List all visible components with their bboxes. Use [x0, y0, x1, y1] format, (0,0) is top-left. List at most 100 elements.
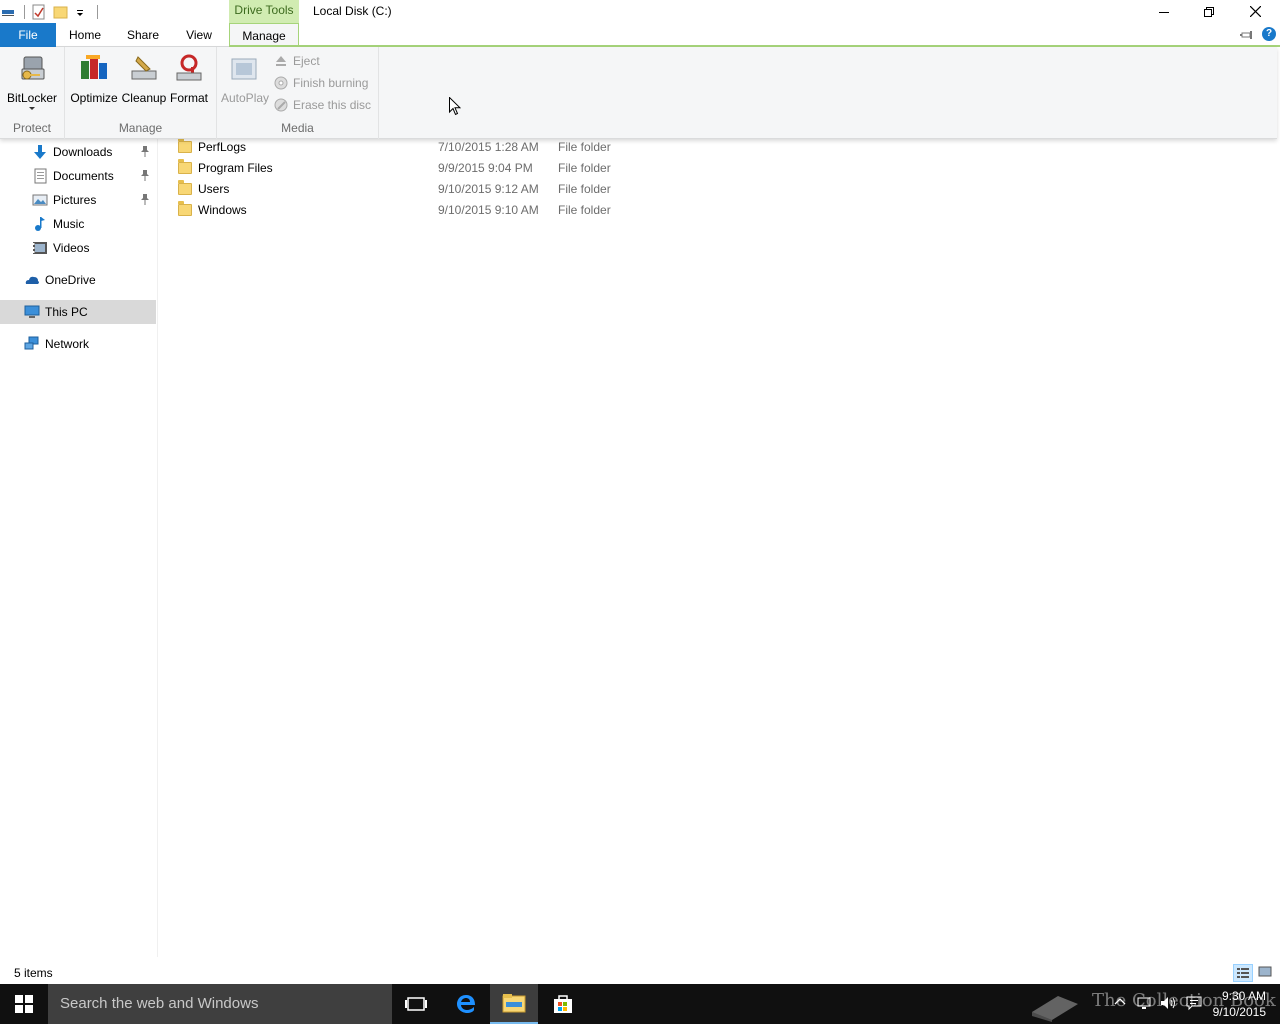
action-center-icon[interactable] — [1186, 995, 1202, 1011]
divider — [97, 4, 98, 19]
volume-icon[interactable] — [1160, 995, 1178, 1011]
erase-disc-label: Erase this disc — [293, 98, 372, 112]
eject-icon — [274, 54, 288, 68]
ribbon-tab-strip: File Home Share View Manage ? — [0, 23, 1280, 47]
eject-button[interactable]: Eject — [274, 51, 320, 71]
file-type: File folder — [558, 160, 611, 175]
clock[interactable]: 9:30 AM 9/10/2015 — [1213, 988, 1266, 1020]
ribbon-pin-icon[interactable] — [1240, 28, 1254, 42]
documents-icon — [32, 168, 48, 184]
help-icon[interactable]: ? — [1262, 27, 1276, 41]
tab-share[interactable]: Share — [118, 23, 168, 47]
nav-item-documents[interactable]: Documents — [0, 164, 156, 188]
file-type: File folder — [558, 181, 611, 196]
task-view-icon — [405, 997, 427, 1011]
tab-view[interactable]: View — [178, 23, 220, 47]
nav-item-onedrive[interactable]: OneDrive — [0, 268, 156, 292]
dropdown-arrow-icon — [29, 107, 35, 110]
new-folder-icon[interactable] — [53, 4, 69, 20]
file-date: 9/9/2015 9:04 PM — [438, 160, 533, 175]
edge-icon — [457, 995, 475, 1013]
customize-qat-chevron-icon[interactable] — [75, 4, 91, 20]
folder-icon — [178, 137, 192, 153]
this-pc-icon — [24, 304, 40, 320]
windows-logo-icon — [15, 995, 33, 1013]
file-name: Users — [198, 181, 230, 196]
file-row[interactable]: Users 9/10/2015 9:12 AM File folder — [178, 178, 778, 199]
quick-access-toolbar — [0, 0, 104, 23]
taskbar: Search the web and Windows The Collectio… — [0, 984, 1280, 1024]
item-count: 5 items — [14, 966, 53, 980]
nav-item-downloads[interactable]: Downloads — [0, 140, 156, 164]
large-icons-view-button[interactable] — [1256, 964, 1276, 982]
drive-tools-context-label: Drive Tools — [229, 0, 299, 23]
finish-burning-label: Finish burning — [293, 76, 369, 90]
restore-button[interactable] — [1186, 0, 1232, 23]
disc-icon — [274, 76, 288, 90]
erase-disc-button[interactable]: Erase this disc — [274, 95, 371, 115]
properties-icon[interactable] — [31, 4, 47, 20]
file-type: File folder — [558, 202, 611, 217]
videos-icon — [32, 240, 48, 256]
ribbon: BitLocker Protect Optimize Cleanup Forma… — [0, 47, 1277, 139]
file-name: Windows — [198, 202, 247, 217]
file-explorer-button[interactable] — [490, 984, 538, 1024]
format-button[interactable]: Format — [167, 51, 211, 115]
taskbar-search-box[interactable]: Search the web and Windows — [48, 984, 392, 1024]
edge-browser-button[interactable] — [442, 984, 490, 1024]
music-icon — [32, 216, 48, 232]
explorer-app-icon[interactable] — [2, 4, 18, 20]
file-date: 9/10/2015 9:10 AM — [438, 202, 539, 217]
onedrive-icon — [24, 272, 40, 288]
nav-item-videos[interactable]: Videos — [0, 236, 156, 260]
network-tray-icon[interactable] — [1136, 995, 1152, 1011]
details-view-button[interactable] — [1233, 964, 1253, 982]
file-row[interactable]: Windows 9/10/2015 9:10 AM File folder — [178, 199, 778, 220]
file-date: 9/10/2015 9:12 AM — [438, 181, 539, 196]
group-label-manage: Manage — [118, 121, 163, 135]
autoplay-button[interactable]: AutoPlay — [221, 51, 269, 115]
nav-item-label: Network — [45, 337, 90, 351]
task-view-button[interactable] — [392, 984, 440, 1024]
file-name: PerfLogs — [198, 139, 247, 154]
file-explorer-icon — [502, 994, 526, 1013]
group-label-media: Media — [281, 121, 314, 135]
start-button[interactable] — [0, 984, 48, 1024]
file-row[interactable]: Program Files 9/9/2015 9:04 PM File fold… — [178, 157, 778, 178]
autoplay-label: AutoPlay — [221, 91, 270, 105]
cleanup-label: Cleanup — [121, 91, 167, 105]
bitlocker-button[interactable]: BitLocker — [4, 51, 60, 115]
pin-icon[interactable] — [140, 193, 150, 205]
store-button[interactable] — [539, 984, 587, 1024]
cleanup-button[interactable]: Cleanup — [121, 51, 167, 115]
nav-item-pictures[interactable]: Pictures — [0, 188, 156, 212]
ribbon-group-manage: Optimize Cleanup Format Manage — [65, 47, 217, 139]
minimize-button[interactable] — [1141, 0, 1187, 23]
nav-item-label: Documents — [53, 169, 114, 183]
file-row[interactable]: PerfLogs 7/10/2015 1:28 AM File folder — [178, 136, 778, 157]
tab-manage[interactable]: Manage — [229, 23, 299, 47]
folder-icon — [178, 158, 192, 174]
nav-item-label: Pictures — [53, 193, 97, 207]
divider — [24, 4, 25, 19]
format-label: Format — [169, 91, 208, 105]
pin-icon[interactable] — [140, 169, 150, 181]
optimize-button[interactable]: Optimize — [69, 51, 119, 115]
file-date: 7/10/2015 1:28 AM — [438, 139, 539, 154]
nav-item-label: Music — [53, 217, 85, 231]
status-bar: 5 items — [0, 962, 1280, 984]
navigation-pane: Downloads Documents Pictures Music Video… — [0, 139, 158, 957]
tray-chevron-icon[interactable] — [1114, 996, 1126, 1008]
file-type: File folder — [558, 139, 611, 154]
erase-disc-icon — [274, 98, 288, 112]
nav-item-this-pc[interactable]: This PC — [0, 300, 156, 324]
nav-item-network[interactable]: Network — [0, 332, 156, 356]
pin-icon[interactable] — [140, 145, 150, 157]
clock-time: 9:30 AM — [1221, 989, 1266, 1003]
tab-home[interactable]: Home — [62, 23, 108, 47]
folder-icon — [178, 179, 192, 195]
close-button[interactable] — [1232, 0, 1278, 23]
tab-file[interactable]: File — [0, 23, 56, 47]
nav-item-music[interactable]: Music — [0, 212, 156, 236]
finish-burning-button[interactable]: Finish burning — [274, 73, 368, 93]
